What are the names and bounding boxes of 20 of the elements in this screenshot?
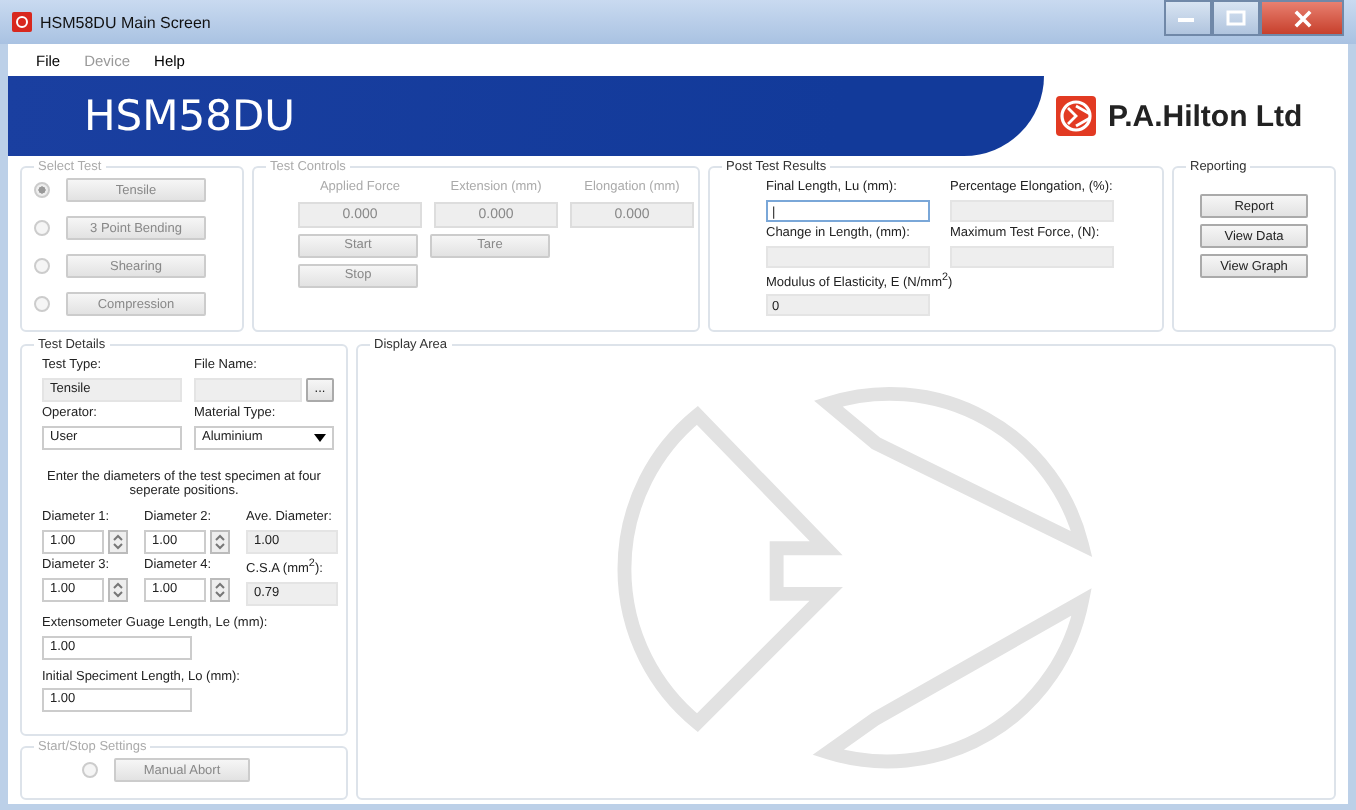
result-field[interactable] <box>766 245 930 267</box>
maximize-button[interactable] <box>1212 0 1260 36</box>
close-icon <box>1293 9 1311 27</box>
minimize-icon <box>1178 14 1198 22</box>
spinner-icon[interactable] <box>108 577 128 602</box>
close-button[interactable] <box>1260 0 1344 36</box>
maximize-icon <box>1226 10 1246 26</box>
result-field[interactable] <box>950 245 1114 267</box>
spinner-icon[interactable] <box>210 529 230 554</box>
logo-icon <box>1056 96 1096 136</box>
caret-icon <box>314 433 326 441</box>
company-name: P.A.Hilton Ltd <box>1108 99 1303 133</box>
product-title: HSM58DU <box>84 92 296 140</box>
input-field[interactable] <box>194 377 302 402</box>
minimize-button[interactable] <box>1164 0 1212 36</box>
app-icon <box>12 12 32 32</box>
result-field[interactable] <box>950 199 1114 222</box>
spinner-icon[interactable] <box>108 529 128 554</box>
window-title: HSM58DU Main Screen <box>40 13 211 31</box>
spinner-icon[interactable] <box>210 577 230 602</box>
